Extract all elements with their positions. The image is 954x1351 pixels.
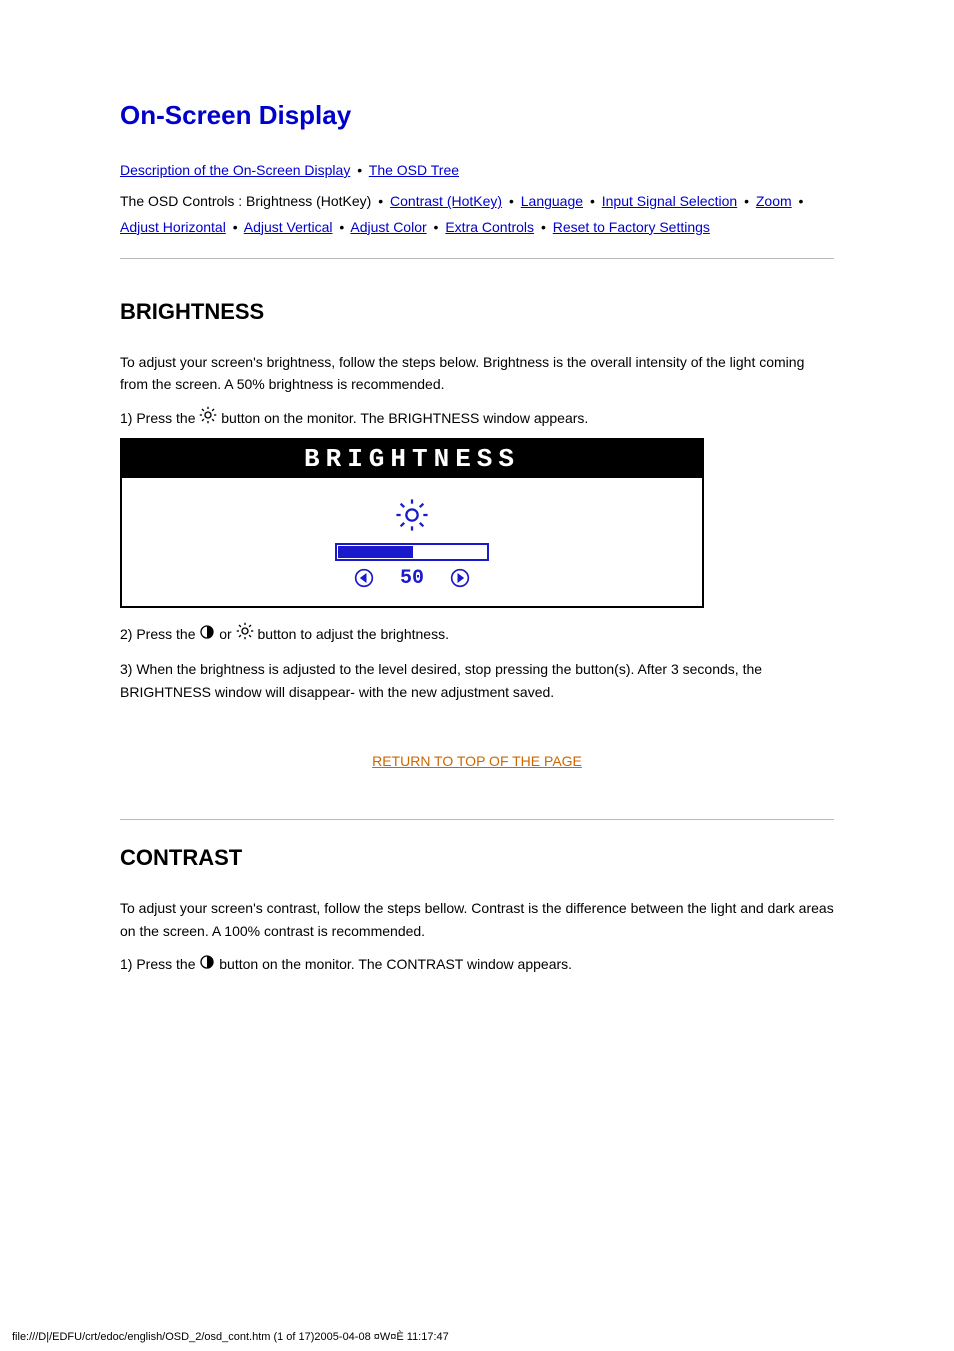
subnav-link-adjc[interactable]: Adjust Color	[350, 219, 426, 235]
contrast-step1: 1) Press the button on the monitor. The …	[120, 952, 834, 978]
contrast-icon	[199, 953, 215, 978]
subnav-prefix: The OSD Controls :	[120, 193, 242, 209]
subnav-link-input[interactable]: Input Signal Selection	[602, 193, 737, 209]
step1-suffix: button on the monitor. The BRIGHTNESS wi…	[221, 410, 588, 426]
contrast-icon	[199, 623, 215, 648]
subnav-link-reset[interactable]: Reset to Factory Settings	[553, 219, 710, 235]
brightness-step2: 2) Press the or button to adjust the bri…	[120, 622, 834, 648]
step1-prefix: 1) Press the	[120, 410, 199, 426]
step1-prefix: 1) Press the	[120, 956, 199, 972]
arrow-right-icon	[450, 568, 470, 588]
brightness-step1: 1) Press the button on the monitor. The …	[120, 406, 834, 432]
divider	[120, 258, 834, 259]
contrast-intro: To adjust your screen's contrast, follow…	[120, 897, 834, 942]
brightness-slider-fill	[338, 546, 413, 558]
brightness-slider	[335, 543, 489, 561]
subnav: The OSD Controls : Brightness (HotKey) •…	[120, 189, 834, 239]
link-desc-osd[interactable]: Description of the On-Screen Display	[120, 162, 350, 178]
divider	[120, 819, 834, 820]
osd-title: BRIGHTNESS	[122, 440, 702, 478]
subnav-link-zoom[interactable]: Zoom	[756, 193, 792, 209]
subnav-link-adjv[interactable]: Adjust Vertical	[244, 219, 333, 235]
brightness-intro: To adjust your screen's brightness, foll…	[120, 351, 834, 396]
step2-suffix: button to adjust the brightness.	[258, 626, 449, 642]
heading-contrast: CONTRAST	[120, 845, 834, 871]
link-osd-tree[interactable]: The OSD Tree	[369, 162, 459, 178]
step1-suffix: button on the monitor. The CONTRAST wind…	[219, 956, 572, 972]
brightness-icon	[236, 622, 254, 648]
page-title: On-Screen Display	[120, 100, 834, 131]
arrow-left-icon	[354, 568, 374, 588]
heading-brightness: BRIGHTNESS	[120, 299, 834, 325]
brightness-step3: 3) When the brightness is adjusted to th…	[120, 658, 834, 703]
step2-prefix: 2) Press the	[120, 626, 199, 642]
osd-window-brightness: BRIGHTNESS 50	[120, 438, 704, 608]
subnav-link-extra[interactable]: Extra Controls	[445, 219, 534, 235]
footer-path: file:///D|/EDFU/crt/edoc/english/OSD_2/o…	[12, 1331, 449, 1343]
subnav-item-current: Brightness (HotKey)	[246, 193, 371, 209]
breadcrumb: Description of the On-Screen Display • T…	[120, 159, 834, 181]
subnav-link-contrast[interactable]: Contrast (HotKey)	[390, 193, 502, 209]
separator: •	[357, 162, 362, 178]
subnav-link-language[interactable]: Language	[521, 193, 583, 209]
return-top-link[interactable]: RETURN TO TOP OF THE PAGE	[372, 753, 582, 769]
step2-mid: or	[219, 626, 235, 642]
brightness-value: 50	[400, 567, 424, 590]
brightness-icon	[199, 406, 217, 432]
brightness-icon	[395, 498, 429, 537]
subnav-link-adjh[interactable]: Adjust Horizontal	[120, 219, 226, 235]
